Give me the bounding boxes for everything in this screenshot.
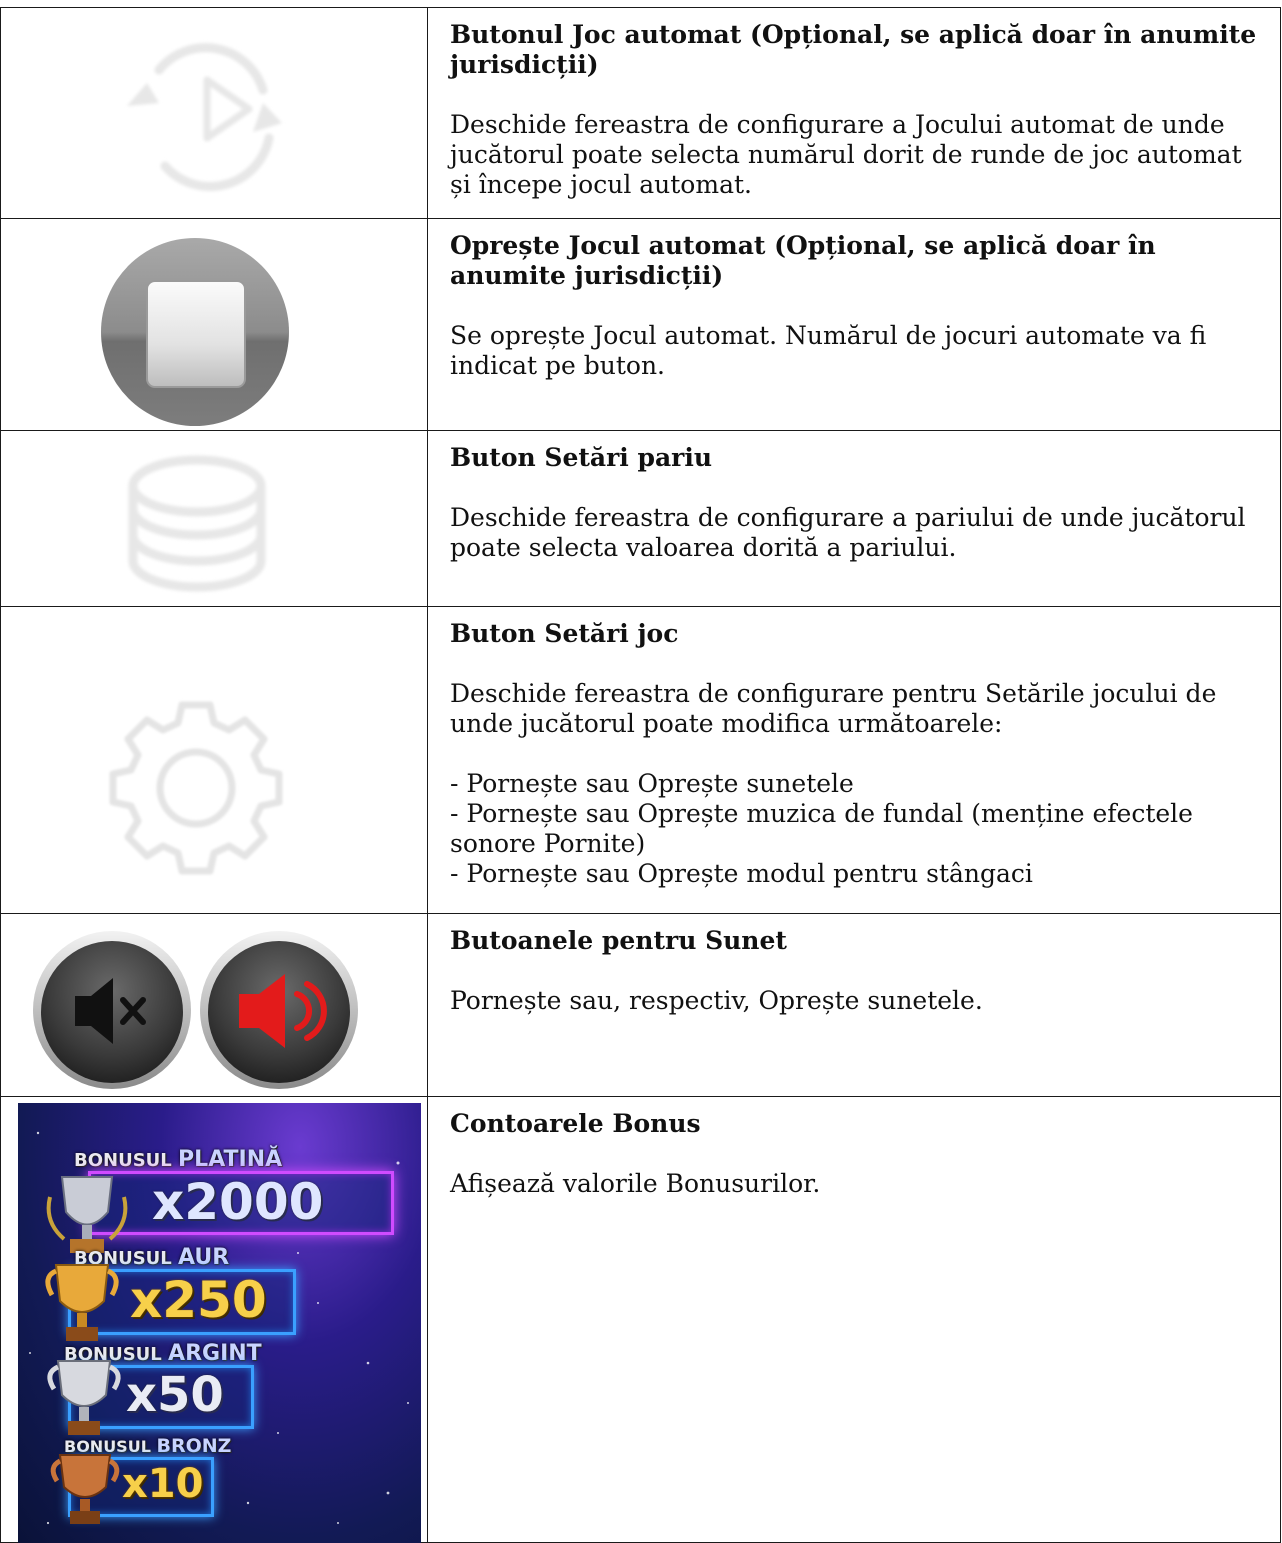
- bonus-bronze-tier: BRONZ: [156, 1435, 232, 1457]
- table-row: Butoanele pentru Sunet Pornește sau, res…: [0, 913, 1281, 1097]
- table-row: BONUSUL PLATINĂ x2000 BONUSUL AUR x250 B…: [0, 1096, 1281, 1543]
- game-settings-cell: [0, 606, 428, 914]
- help-table: Butonul Joc automat (Opțional, se aplică…: [0, 7, 1281, 1543]
- game-settings-description: Deschide fereastra de configurare pentru…: [450, 679, 1266, 889]
- bet-settings-text-cell: Buton Setări pariu Deschide fereastra de…: [427, 430, 1281, 607]
- game-settings-title: Buton Setări joc: [450, 619, 679, 648]
- bonus-counters-image: BONUSUL PLATINĂ x2000 BONUSUL AUR x250 B…: [18, 1103, 421, 1543]
- bonus-silver-value: x50: [126, 1367, 224, 1423]
- stop-autoplay-cell: [0, 218, 428, 431]
- bonus-platinum-value: x2000: [152, 1173, 324, 1231]
- table-row: Buton Setări joc Deschide fereastra de c…: [0, 606, 1281, 914]
- autoplay-description: Deschide fereastra de configurare a Jocu…: [450, 110, 1242, 199]
- table-row: Buton Setări pariu Deschide fereastra de…: [0, 430, 1281, 607]
- game-settings-desc-line: unde jucătorul poate modifica următoarel…: [450, 709, 1003, 738]
- game-settings-list-item: - Pornește sau Oprește sunetele: [450, 769, 854, 798]
- sound-on-button: [200, 931, 358, 1089]
- silver-trophy-icon: [47, 1360, 121, 1435]
- bonus-gold-tier: AUR: [178, 1245, 230, 1270]
- table-row: Oprește Jocul automat (Opțional, se apli…: [0, 218, 1281, 431]
- stop-autoplay-icon: [1, 219, 427, 430]
- table-row: Butonul Joc automat (Opțional, se aplică…: [0, 7, 1281, 219]
- stop-autoplay-text-cell: Oprește Jocul automat (Opțional, se apli…: [427, 218, 1281, 431]
- autoplay-cell: [0, 7, 428, 219]
- bonus-counters-cell: BONUSUL PLATINĂ x2000 BONUSUL AUR x250 B…: [0, 1096, 428, 1543]
- sound-buttons-title: Butoanele pentru Sunet: [450, 926, 787, 955]
- game-settings-list-item: - Pornește sau Oprește modul pentru stân…: [450, 859, 1033, 888]
- stop-autoplay-description: Se oprește Jocul automat. Numărul de joc…: [450, 321, 1207, 380]
- game-settings-desc-line: Deschide fereastra de configurare pentru…: [450, 679, 1217, 708]
- bronze-trophy-icon: [50, 1454, 120, 1524]
- bonus-platinum-tier: PLATINĂ: [178, 1147, 283, 1172]
- sound-buttons-icon: [1, 914, 427, 1096]
- sound-buttons-description: Pornește sau, respectiv, Oprește sunetel…: [450, 986, 983, 1015]
- bonus-counters-text-cell: Contoarele Bonus Afișează valorile Bonus…: [427, 1096, 1281, 1543]
- sound-buttons-cell: [0, 913, 428, 1097]
- bonus-gold-value: x250: [130, 1271, 267, 1329]
- bet-settings-title: Buton Setări pariu: [450, 443, 713, 472]
- coin-stack-icon: [1, 431, 427, 606]
- gold-trophy-icon: [45, 1264, 119, 1341]
- game-settings-text-cell: Buton Setări joc Deschide fereastra de c…: [427, 606, 1281, 914]
- bet-settings-cell: [0, 430, 428, 607]
- sound-buttons-text-cell: Butoanele pentru Sunet Pornește sau, res…: [427, 913, 1281, 1097]
- sound-off-button: [33, 931, 191, 1089]
- bonus-counters-title: Contoarele Bonus: [450, 1109, 701, 1138]
- bonus-bronze-value: x10: [122, 1461, 204, 1507]
- game-settings-list-item: - Pornește sau Oprește muzica de fundal …: [450, 799, 1193, 858]
- bonus-counters-description: Afișează valorile Bonusurilor.: [450, 1169, 821, 1198]
- bonus-silver-tier: ARGINT: [168, 1341, 262, 1366]
- autoplay-text-cell: Butonul Joc automat (Opțional, se aplică…: [427, 7, 1281, 219]
- autoplay-title: Butonul Joc automat (Opțional, se aplică…: [450, 20, 1257, 79]
- autoplay-icon: [1, 8, 427, 218]
- gear-icon: [1, 607, 427, 913]
- stop-autoplay-title: Oprește Jocul automat (Opțional, se apli…: [450, 231, 1156, 290]
- bet-settings-description: Deschide fereastra de configurare a pari…: [450, 503, 1246, 562]
